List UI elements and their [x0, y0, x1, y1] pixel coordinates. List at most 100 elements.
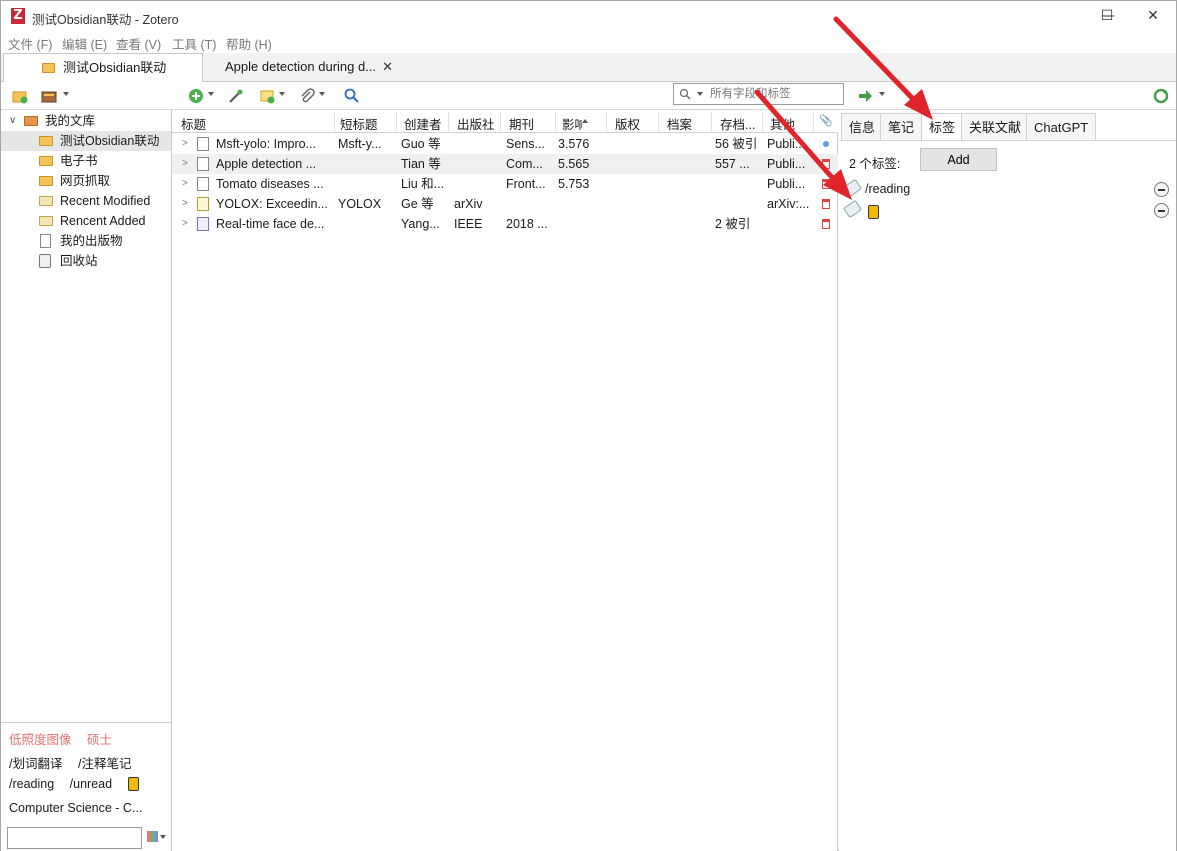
collection-my-library[interactable]: ∨ 我的文库 [1, 111, 171, 131]
chevron-right-icon[interactable]: > [182, 194, 188, 214]
tag-chip[interactable]: Computer Science - C... [9, 801, 142, 815]
tab-library[interactable]: 测试Obsidian联动 [3, 53, 203, 83]
tag-chip[interactable]: /划词翻译 [9, 757, 62, 771]
new-collection-icon[interactable] [12, 88, 28, 104]
column-creator[interactable]: 创建者 [404, 114, 442, 133]
journal-article-icon [197, 157, 209, 171]
item-title: Tomato diseases ... [216, 177, 324, 191]
tag-chip[interactable]: 低照度图像 [9, 733, 72, 747]
menu-view[interactable]: 查看 (V) [116, 34, 161, 53]
column-publisher[interactable]: 出版社 [457, 114, 495, 133]
trash-icon [39, 254, 51, 268]
new-item-icon[interactable] [188, 88, 204, 104]
table-row[interactable]: > Apple detection ... Tian 等 Com... 5.56… [172, 154, 838, 174]
table-row[interactable]: > Real-time face de... Yang... IEEE 2018… [172, 214, 838, 234]
tag-label[interactable]: /reading [865, 182, 910, 196]
chevron-right-icon[interactable]: > [182, 174, 188, 194]
tag-filter-input[interactable] [8, 828, 141, 848]
color-tag-icon[interactable] [127, 777, 139, 791]
search-icon[interactable] [344, 88, 360, 104]
tab-chatgpt[interactable]: ChatGPT [1026, 113, 1097, 141]
column-extra[interactable]: 其他 [770, 114, 795, 133]
search-box[interactable] [673, 83, 844, 105]
collection-trash[interactable]: 回收站 [1, 251, 171, 271]
document-icon [40, 234, 51, 248]
tab-tags[interactable]: 标签 [921, 113, 964, 142]
color-tag-icon[interactable] [868, 205, 879, 219]
new-library-icon[interactable] [41, 88, 57, 104]
column-title[interactable]: 标题 [181, 114, 206, 133]
pdf-attachment-icon[interactable] [822, 219, 830, 229]
add-tag-button[interactable]: Add [920, 148, 997, 171]
chevron-down-icon[interactable] [879, 92, 885, 96]
tab-info[interactable]: 信息 [841, 113, 884, 141]
arrow-right-icon[interactable] [857, 88, 873, 104]
search-input[interactable] [710, 86, 840, 102]
item-title: Msft-yolo: Impro... [216, 137, 317, 151]
toolbar [1, 82, 1176, 110]
table-row[interactable]: > Msft-yolo: Impro... Msft-y... Guo 等 Se… [172, 134, 838, 154]
preprint-icon [197, 197, 209, 211]
column-short-title[interactable]: 短标题 [340, 114, 378, 133]
menu-help[interactable]: 帮助 (H) [226, 34, 272, 53]
maximize-button[interactable]: ☐ [1084, 1, 1130, 31]
tab-notes[interactable]: 笔记 [880, 113, 923, 141]
item-short-title: YOLOX [338, 197, 382, 211]
tag-chip[interactable]: /注释笔记 [78, 757, 131, 771]
column-rights[interactable]: 版权 [615, 114, 640, 133]
tab-related[interactable]: 关联文献 [961, 113, 1030, 141]
item-creator: Guo 等 [401, 137, 441, 151]
chevron-down-icon[interactable] [279, 92, 285, 96]
chevron-right-icon[interactable]: > [182, 154, 188, 174]
new-note-icon[interactable] [259, 88, 275, 104]
menu-edit[interactable]: 编辑 (E) [62, 34, 107, 53]
column-archive[interactable]: 档案 [667, 114, 692, 133]
attachment-icon[interactable] [299, 88, 315, 104]
pdf-attachment-icon[interactable] [822, 159, 830, 169]
item-pane: 信息 笔记 标签 关联文献 ChatGPT 2 个标签: Add /readin… [839, 110, 1176, 851]
chevron-down-icon[interactable] [160, 835, 166, 839]
chevron-right-icon[interactable]: > [182, 214, 188, 234]
tag-filter-input-box[interactable] [7, 827, 142, 849]
column-archive-location[interactable]: 存档... [720, 114, 755, 133]
collection-label: 电子书 [60, 154, 98, 168]
magic-wand-icon[interactable] [228, 88, 244, 104]
tag-chip[interactable]: 硕士 [87, 733, 112, 747]
saved-search-recent-added[interactable]: Rencent Added [1, 211, 171, 231]
pdf-attachment-icon[interactable] [822, 199, 830, 209]
tag-row[interactable]: /reading [842, 178, 1173, 200]
collection-my-publications[interactable]: 我的出版物 [1, 231, 171, 251]
chevron-down-icon[interactable]: ∨ [9, 111, 16, 131]
tab-reader[interactable]: Apple detection during d... ✕ [215, 53, 405, 82]
saved-search-recent-modified[interactable]: Recent Modified [1, 191, 171, 211]
collection-ebooks[interactable]: 电子书 [1, 151, 171, 171]
pdf-attachment-icon[interactable] [822, 179, 830, 189]
item-impact-factor: 5.565 [558, 157, 590, 171]
attachment-column-icon[interactable]: 📎 [819, 114, 833, 127]
collection-web-clips[interactable]: 网页抓取 [1, 171, 171, 191]
item-extra: Publi... [767, 137, 806, 151]
chevron-down-icon[interactable] [319, 92, 325, 96]
item-journal: Front... [506, 177, 546, 191]
close-window-button[interactable]: ✕ [1130, 1, 1176, 31]
tag-chip[interactable]: /reading [9, 777, 54, 791]
tag-colors-grid-icon[interactable] [147, 831, 158, 842]
chevron-down-icon[interactable] [63, 92, 69, 96]
column-journal[interactable]: 期刊 [509, 114, 534, 133]
tag-chip[interactable]: /unread [70, 777, 112, 791]
close-tab-icon[interactable]: ✕ [382, 59, 393, 74]
menu-tools[interactable]: 工具 (T) [172, 34, 216, 53]
column-impact-factor[interactable]: 影响因子 [562, 114, 582, 133]
attachment-link-icon[interactable] [823, 141, 829, 147]
chevron-right-icon[interactable]: > [182, 134, 188, 154]
menu-file[interactable]: 文件 (F) [8, 34, 52, 53]
search-mode-chevron-icon[interactable] [697, 92, 703, 96]
table-row[interactable]: > Tomato diseases ... Liu 和... Front... … [172, 174, 838, 194]
remove-tag-button[interactable] [1154, 203, 1169, 218]
chevron-down-icon[interactable] [208, 92, 214, 96]
collection-obsidian[interactable]: 测试Obsidian联动 [1, 131, 171, 151]
table-row[interactable]: > YOLOX: Exceedin... YOLOX Ge 等 arXiv ar… [172, 194, 838, 214]
tag-row[interactable] [842, 199, 1173, 221]
sync-icon[interactable] [1153, 88, 1169, 104]
remove-tag-button[interactable] [1154, 182, 1169, 197]
